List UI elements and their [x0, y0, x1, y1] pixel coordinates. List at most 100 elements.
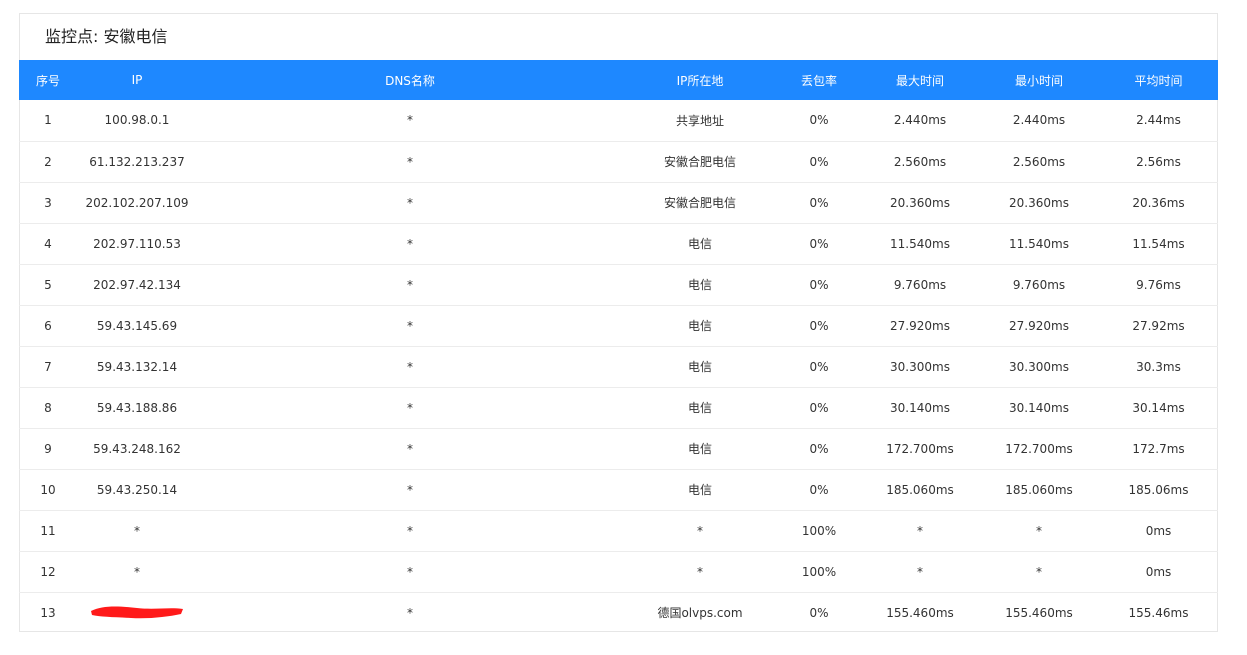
cell-dns: *	[407, 236, 413, 251]
cell-loss: 0%	[809, 482, 829, 497]
cell-min-time: 30.300ms	[1009, 359, 1069, 374]
cell-min-time: 11.540ms	[1009, 236, 1069, 251]
cell-ip: 61.132.213.237	[89, 154, 185, 169]
col-min-time-header: 最小时间	[1014, 73, 1063, 88]
cell-ip: 59.43.248.162	[93, 441, 181, 456]
table-row: 11 * * * 100% * * 0ms	[19, 510, 1218, 551]
cell-dns: *	[407, 154, 413, 169]
cell-dns: *	[407, 605, 413, 620]
cell-seq: 7	[44, 359, 52, 374]
table-body: 1 100.98.0.1 * 共享地址 0% 2.440ms 2.440ms 2.44ms 2 6…	[19, 100, 1218, 633]
cell-ip: 202.97.42.134	[93, 277, 181, 292]
cell-min-time: 9.760ms	[1012, 277, 1066, 292]
cell-min-time: 2.560ms	[1012, 154, 1066, 169]
cell-avg-time: 30.3ms	[1136, 359, 1181, 374]
cell-location: 德国olvps.com	[657, 606, 743, 621]
col-location-header: IP所在地	[676, 73, 724, 88]
cell-dns: *	[407, 195, 413, 210]
cell-seq: 8	[44, 400, 52, 415]
cell-dns: *	[407, 318, 413, 333]
cell-max-time: 11.540ms	[890, 236, 950, 251]
cell-location: 电信	[687, 401, 712, 415]
col-avg-time-header: 平均时间	[1134, 73, 1183, 88]
table-row: 4 202.97.110.53 * 电信 0% 11.540ms 11.540ms 11.54…	[19, 223, 1218, 264]
cell-loss: 0%	[809, 236, 829, 251]
cell-seq: 1	[44, 113, 52, 128]
cell-avg-time: 11.54ms	[1132, 236, 1185, 251]
cell-seq: 13	[40, 605, 56, 620]
cell-dns: *	[407, 277, 413, 292]
panel-title: 监控点: 安徽电信	[45, 27, 168, 46]
cell-seq: 10	[40, 482, 56, 497]
cell-loss: 0%	[809, 154, 829, 169]
cell-dns: *	[407, 113, 413, 128]
cell-ip: *	[134, 523, 140, 538]
table-row: 7 59.43.132.14 * 电信 0% 30.300ms 30.300ms 30.3ms	[19, 346, 1218, 387]
col-seq-header: 序号	[35, 73, 60, 88]
cell-max-time: 20.360ms	[890, 195, 950, 210]
cell-max-time: 9.760ms	[893, 277, 947, 292]
cell-loss: 0%	[809, 113, 829, 128]
cell-ip: *	[134, 564, 140, 579]
cell-dns: *	[407, 359, 413, 374]
cell-loss: 100%	[801, 523, 837, 538]
table-row: 6 59.43.145.69 * 电信 0% 27.920ms 27.920ms 27.92m…	[19, 305, 1218, 346]
cell-location: 电信	[687, 278, 712, 292]
cell-avg-time: 20.36ms	[1132, 195, 1185, 210]
cell-dns: *	[407, 523, 413, 538]
cell-ip: 59.43.250.14	[96, 482, 178, 497]
cell-max-time: 30.140ms	[890, 400, 950, 415]
table-row: 8 59.43.188.86 * 电信 0% 30.140ms 30.140ms 30.14m…	[19, 387, 1218, 428]
traceroute-table: 序号 IP DNS名称 IP所在地 丢包率 最大时间 最小时间 平均时间 1 100.98.0.…	[19, 60, 1218, 633]
cell-avg-time: 2.44ms	[1136, 113, 1181, 128]
cell-location: *	[697, 523, 703, 538]
cell-ip: 202.102.207.109	[85, 195, 189, 210]
cell-dns: *	[407, 564, 413, 579]
cell-max-time: 2.560ms	[893, 154, 947, 169]
cell-max-time: 185.060ms	[886, 482, 954, 497]
cell-loss: 0%	[809, 195, 829, 210]
cell-avg-time: 0ms	[1145, 523, 1172, 538]
header-row: 序号 IP DNS名称 IP所在地 丢包率 最大时间 最小时间 平均时间	[19, 60, 1218, 100]
cell-avg-time: 27.92ms	[1132, 318, 1185, 333]
cell-loss: 0%	[809, 359, 829, 374]
cell-avg-time: 0ms	[1145, 564, 1172, 579]
cell-location: 电信	[687, 483, 712, 497]
table-row: 10 59.43.250.14 * 电信 0% 185.060ms 185.060ms 185…	[19, 469, 1218, 510]
redacted-ip-scribble	[89, 606, 185, 620]
cell-location: 安徽合肥电信	[663, 196, 736, 210]
cell-seq: 2	[44, 154, 52, 169]
cell-seq: 4	[44, 236, 52, 251]
col-max-time-header: 最大时间	[895, 73, 944, 88]
cell-ip: 202.97.110.53	[93, 236, 181, 251]
cell-min-time: 20.360ms	[1009, 195, 1069, 210]
table-row: 3 202.102.207.109 * 安徽合肥电信 0% 20.360ms 20.360m…	[19, 182, 1218, 223]
table-row: 12 * * * 100% * * 0ms	[19, 551, 1218, 592]
cell-min-time: 185.060ms	[1005, 482, 1073, 497]
cell-min-time: 155.460ms	[1005, 605, 1073, 620]
cell-min-time: *	[1036, 564, 1042, 579]
table-row: 9 59.43.248.162 * 电信 0% 172.700ms 172.700ms 172…	[19, 428, 1218, 469]
cell-min-time: 27.920ms	[1009, 318, 1069, 333]
cell-min-time: *	[1036, 523, 1042, 538]
cell-ip: 59.43.132.14	[96, 359, 178, 374]
table-row: 5 202.97.42.134 * 电信 0% 9.760ms 9.760ms 9.76ms	[19, 264, 1218, 305]
cell-min-time: 2.440ms	[1012, 113, 1066, 128]
cell-loss: 0%	[809, 441, 829, 456]
cell-location: *	[697, 564, 703, 579]
col-dns-header: DNS名称	[385, 73, 435, 88]
cell-loss: 100%	[801, 564, 837, 579]
cell-avg-time: 2.56ms	[1136, 154, 1181, 169]
cell-seq: 11	[40, 523, 56, 538]
table-header: 序号 IP DNS名称 IP所在地 丢包率 最大时间 最小时间 平均时间	[19, 60, 1218, 100]
cell-loss: 0%	[809, 605, 829, 620]
cell-min-time: 30.140ms	[1009, 400, 1069, 415]
cell-avg-time: 30.14ms	[1132, 400, 1185, 415]
cell-avg-time: 185.06ms	[1128, 482, 1189, 497]
cell-max-time: 155.460ms	[886, 605, 954, 620]
table-row: 2 61.132.213.237 * 安徽合肥电信 0% 2.560ms 2.560ms 2.…	[19, 141, 1218, 182]
cell-dns: *	[407, 482, 413, 497]
cell-loss: 0%	[809, 318, 829, 333]
cell-max-time: 2.440ms	[893, 113, 947, 128]
cell-location: 电信	[687, 360, 712, 374]
